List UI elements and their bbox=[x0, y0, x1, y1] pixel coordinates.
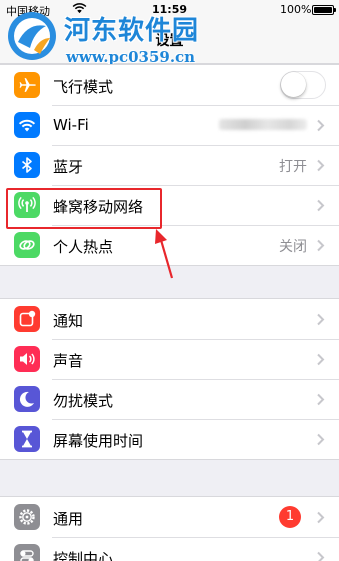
battery-percent: 100% bbox=[280, 3, 312, 16]
bluetooth-row[interactable]: 蓝牙 打开 bbox=[0, 145, 339, 185]
chevron-right-icon bbox=[317, 199, 325, 212]
chevron-right-icon bbox=[317, 551, 325, 561]
bluetooth-status: 打开 bbox=[279, 159, 307, 175]
chevron-right-icon bbox=[317, 393, 325, 406]
moon-icon bbox=[14, 386, 40, 412]
notifications-label: 通知 bbox=[53, 312, 84, 330]
gear-icon bbox=[14, 504, 40, 530]
chevron-right-icon bbox=[317, 119, 325, 132]
chevron-right-icon bbox=[317, 353, 325, 366]
chevron-right-icon bbox=[317, 239, 325, 252]
wifi-icon bbox=[14, 112, 40, 138]
sounds-label: 声音 bbox=[53, 352, 84, 370]
wifi-network-name-blurred bbox=[219, 119, 307, 130]
airplane-mode-row[interactable]: 飞行模式 bbox=[0, 65, 339, 105]
update-badge: 1 bbox=[279, 506, 301, 528]
control-center-label: 控制中心 bbox=[53, 550, 114, 561]
wifi-row[interactable]: Wi-Fi bbox=[0, 105, 339, 145]
hotspot-icon bbox=[14, 232, 40, 258]
personal-hotspot-row[interactable]: 个人热点 关闭 bbox=[0, 225, 339, 265]
general-row[interactable]: 通用 1 bbox=[0, 497, 339, 537]
switches-icon bbox=[14, 544, 40, 561]
navigation-bar: 设置 bbox=[0, 20, 339, 64]
notifications-row[interactable]: 通知 bbox=[0, 299, 339, 339]
general-group: 通用 1 控制中心 bbox=[0, 496, 339, 561]
connectivity-group: 飞行模式 Wi-Fi 蓝牙 打开 蜂窝移动网络 个人热点 关闭 bbox=[0, 64, 339, 266]
notifications-group: 通知 声音 勿扰模式 屏幕使用时间 bbox=[0, 298, 339, 460]
screen-time-row[interactable]: 屏幕使用时间 bbox=[0, 419, 339, 459]
bluetooth-icon bbox=[14, 152, 40, 178]
chevron-right-icon bbox=[317, 433, 325, 446]
cellular-icon bbox=[14, 192, 40, 218]
toggle-knob bbox=[281, 72, 306, 97]
chevron-right-icon bbox=[317, 159, 325, 172]
cellular-label: 蜂窝移动网络 bbox=[53, 198, 144, 216]
sounds-icon bbox=[14, 346, 40, 372]
chevron-right-icon bbox=[317, 313, 325, 326]
cellular-row[interactable]: 蜂窝移动网络 bbox=[0, 185, 339, 225]
personal-hotspot-status: 关闭 bbox=[279, 239, 307, 255]
page-title: 设置 bbox=[155, 33, 184, 49]
sounds-row[interactable]: 声音 bbox=[0, 339, 339, 379]
personal-hotspot-label: 个人热点 bbox=[53, 238, 114, 256]
control-center-row[interactable]: 控制中心 bbox=[0, 537, 339, 561]
wifi-label: Wi-Fi bbox=[53, 116, 89, 134]
airplane-icon bbox=[14, 72, 40, 98]
chevron-right-icon bbox=[317, 511, 325, 524]
bluetooth-label: 蓝牙 bbox=[53, 158, 84, 176]
notifications-icon bbox=[14, 306, 40, 332]
screen-time-label: 屏幕使用时间 bbox=[53, 432, 144, 450]
hourglass-icon bbox=[14, 426, 40, 452]
do-not-disturb-label: 勿扰模式 bbox=[53, 392, 114, 410]
airplane-mode-toggle[interactable] bbox=[280, 71, 326, 99]
battery-icon bbox=[312, 5, 336, 15]
do-not-disturb-row[interactable]: 勿扰模式 bbox=[0, 379, 339, 419]
general-label: 通用 bbox=[53, 510, 84, 528]
status-bar: 中国移动 11:59 100% bbox=[0, 0, 339, 20]
airplane-mode-label: 飞行模式 bbox=[53, 78, 114, 96]
